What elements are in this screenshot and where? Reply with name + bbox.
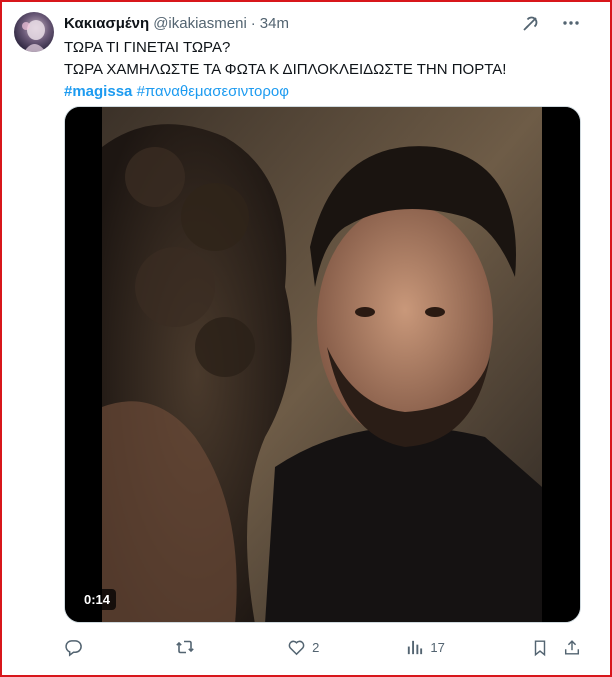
hashtag-link[interactable]: #παναθεμασεσιντοροφ [137, 83, 289, 100]
retweet-icon [176, 640, 194, 654]
hashtag-row: #magissa #παναθεμασεσιντοροφ [64, 81, 584, 103]
tweet-action-bar: 2 17 [64, 635, 581, 659]
video-duration: 0:14 [78, 589, 117, 610]
tweet-header: Κακιασμένη @ikakiasmeni · 34m [64, 12, 289, 34]
tweet-text: ΤΩΡΑ ΤΙ ΓΙΝΕΤΑΙ ΤΩΡΑ? ΤΩΡΑ ΧΑΜΗΛΩΣΤΕ ΤΑ … [64, 37, 584, 103]
views-icon [408, 640, 423, 654]
timestamp[interactable]: 34m [260, 15, 289, 32]
share-button[interactable] [563, 638, 581, 657]
tweet-top-actions [520, 12, 582, 34]
views-count: 17 [430, 639, 445, 655]
hashtag-link[interactable]: #magissa [64, 83, 132, 100]
retweet-button[interactable] [175, 637, 201, 657]
avatar[interactable] [14, 12, 54, 52]
like-count: 2 [312, 639, 320, 655]
separator-dot: · [250, 14, 256, 32]
tweet-line-1: ΤΩΡΑ ΤΙ ΓΙΝΕΤΑΙ ΤΩΡΑ? [64, 39, 231, 56]
video-player[interactable]: 0:14 [64, 106, 581, 623]
like-button[interactable]: 2 [287, 638, 319, 657]
reply-icon [65, 639, 82, 657]
views-button[interactable]: 17 [405, 638, 445, 657]
like-icon [288, 640, 305, 655]
reply-button[interactable] [64, 638, 89, 657]
video-frame [65, 107, 580, 622]
bookmark-icon [534, 639, 546, 656]
more-icon[interactable] [560, 12, 582, 34]
display-name[interactable]: Κακιασμένη [64, 15, 149, 32]
bookmark-share-group [531, 638, 581, 657]
share-icon [564, 639, 579, 655]
bookmark-button[interactable] [531, 638, 549, 657]
user-handle[interactable]: @ikakiasmeni [153, 15, 247, 32]
tweet-line-2: ΤΩΡΑ ΧΑΜΗΛΩΣΤΕ ΤΑ ΦΩΤΑ Κ ΔΙΠΛΟΚΛΕΙΔΩΣΤΕ … [64, 61, 507, 78]
grok-icon[interactable] [520, 12, 542, 34]
